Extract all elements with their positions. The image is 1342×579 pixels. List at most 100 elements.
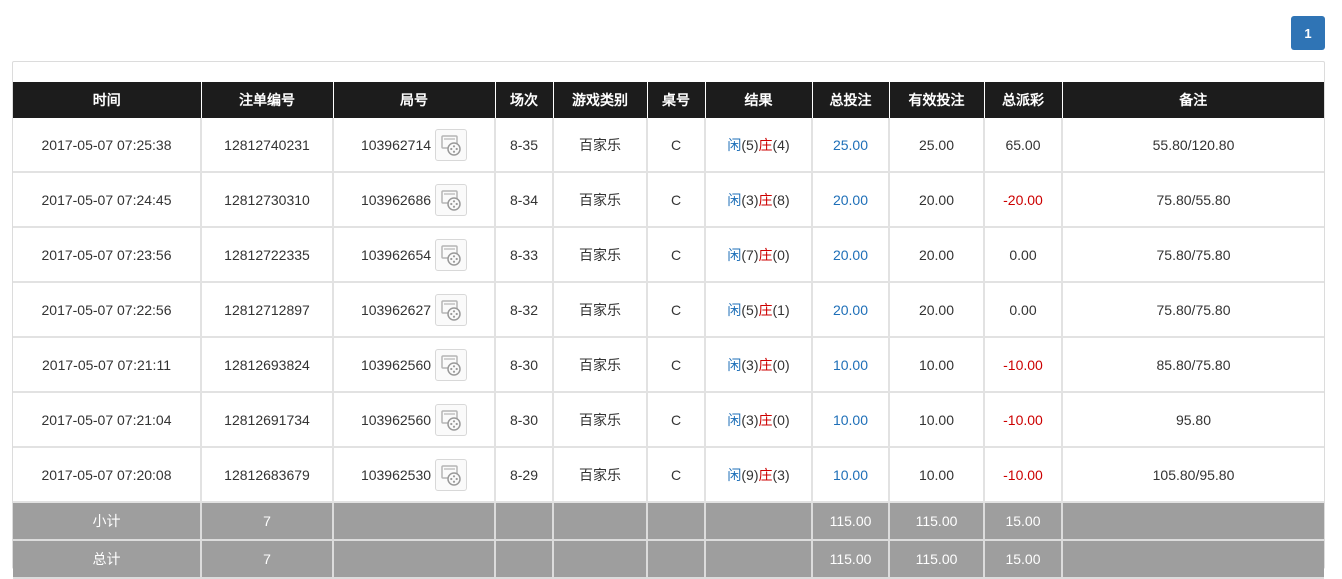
- grandtotal-payout: 15.00: [983, 540, 1062, 579]
- result-banker-score: (0): [772, 356, 790, 373]
- cell-total-bet: 10.00: [811, 447, 889, 503]
- cell-total-bet: 20.00: [811, 282, 889, 338]
- round-id-text: 103962530: [360, 466, 432, 483]
- table-row: 2017-05-07 07:21:04 12812691734 103962560 8…: [13, 392, 1324, 448]
- video-replay-button[interactable]: [435, 238, 468, 271]
- cell-bet-id: 12812722335: [200, 227, 333, 283]
- video-replay-button[interactable]: [435, 348, 468, 381]
- result-banker-label: 庄: [758, 411, 773, 428]
- cell-game-type: 百家乐: [552, 172, 647, 228]
- result-banker-score: (8): [772, 191, 790, 208]
- result-player-label: 闲: [727, 191, 742, 208]
- col-header-total-bet: 总投注: [811, 82, 889, 118]
- cell-table: C: [646, 392, 705, 448]
- result-banker-score: (3): [772, 466, 790, 483]
- subtotal-total-bet: 115.00: [811, 502, 889, 541]
- cell-time: 2017-05-07 07:20:08: [13, 447, 201, 503]
- cell-total-bet: 25.00: [811, 118, 889, 173]
- col-header-bet-id: 注单编号: [200, 82, 333, 118]
- cell-total-bet: 20.00: [811, 172, 889, 228]
- result-banker-label: 庄: [758, 301, 773, 318]
- cell-table: C: [646, 337, 705, 393]
- cell-result: 闲(5)庄(1): [704, 282, 812, 338]
- table-row: 2017-05-07 07:23:56 12812722335 103962654 8…: [13, 227, 1324, 283]
- video-replay-button[interactable]: [435, 293, 468, 326]
- cell-note: 75.80/75.80: [1061, 282, 1324, 338]
- result-player-label: 闲: [727, 466, 742, 483]
- cell-game-type: 百家乐: [552, 227, 647, 283]
- result-player-label: 闲: [727, 136, 742, 153]
- result-banker-score: (0): [772, 411, 790, 428]
- col-header-session: 场次: [494, 82, 553, 118]
- cell-time: 2017-05-07 07:23:56: [13, 227, 201, 283]
- table-row: 2017-05-07 07:22:56 12812712897 103962627 8…: [13, 282, 1324, 338]
- cell-round-id: 103962654: [332, 227, 495, 283]
- cell-total-bet: 10.00: [811, 392, 889, 448]
- table-row: 2017-05-07 07:24:45 12812730310 103962686 8…: [13, 172, 1324, 228]
- cell-round-id: 103962627: [332, 282, 495, 338]
- grandtotal-count: 7: [200, 540, 333, 579]
- video-replay-button[interactable]: [435, 458, 468, 491]
- cell-bet-id: 12812693824: [200, 337, 333, 393]
- video-replay-button[interactable]: [435, 183, 468, 216]
- cell-valid-bet: 20.00: [888, 172, 984, 228]
- cell-session: 8-32: [494, 282, 553, 338]
- round-id-text: 103962560: [360, 356, 432, 373]
- cell-result: 闲(9)庄(3): [704, 447, 812, 503]
- cell-valid-bet: 20.00: [888, 282, 984, 338]
- grandtotal-row: 总计 7 115.00 115.00 15.00: [13, 540, 1324, 579]
- result-banker-score: (1): [772, 301, 790, 318]
- cell-note: 75.80/75.80: [1061, 227, 1324, 283]
- result-banker-label: 庄: [758, 356, 773, 373]
- result-banker-label: 庄: [758, 136, 773, 153]
- table-header-row: 时间 注单编号 局号 场次 游戏类别 桌号 结果 总投注 有效投注 总派彩 备注: [13, 82, 1324, 118]
- cell-result: 闲(7)庄(0): [704, 227, 812, 283]
- result-player-score: (3): [741, 191, 759, 208]
- video-replay-button[interactable]: [435, 403, 468, 436]
- col-header-payout: 总派彩: [983, 82, 1062, 118]
- subtotal-label: 小计: [13, 502, 201, 541]
- grandtotal-label: 总计: [13, 540, 201, 579]
- cell-session: 8-30: [494, 392, 553, 448]
- col-header-valid-bet: 有效投注: [888, 82, 984, 118]
- table-row: 2017-05-07 07:20:08 12812683679 103962530 8…: [13, 447, 1324, 503]
- round-id-text: 103962560: [360, 411, 432, 428]
- cell-note: 95.80: [1061, 392, 1324, 448]
- cell-bet-id: 12812730310: [200, 172, 333, 228]
- result-player-score: (3): [741, 411, 759, 428]
- cell-result: 闲(5)庄(4): [704, 118, 812, 173]
- cell-total-bet: 10.00: [811, 337, 889, 393]
- col-header-table: 桌号: [646, 82, 705, 118]
- cell-valid-bet: 10.00: [888, 447, 984, 503]
- result-player-score: (5): [741, 136, 759, 153]
- cell-time: 2017-05-07 07:21:11: [13, 337, 201, 393]
- video-replay-button[interactable]: [435, 128, 468, 161]
- cell-session: 8-29: [494, 447, 553, 503]
- result-banker-score: (0): [772, 246, 790, 263]
- cell-time: 2017-05-07 07:22:56: [13, 282, 201, 338]
- cell-game-type: 百家乐: [552, 392, 647, 448]
- result-player-label: 闲: [727, 301, 742, 318]
- round-id-text: 103962714: [360, 136, 432, 153]
- cell-note: 85.80/75.80: [1061, 337, 1324, 393]
- cell-session: 8-34: [494, 172, 553, 228]
- bet-record-panel: 时间 注单编号 局号 场次 游戏类别 桌号 结果 总投注 有效投注 总派彩 备注…: [12, 61, 1325, 579]
- cell-bet-id: 12812683679: [200, 447, 333, 503]
- cell-session: 8-33: [494, 227, 553, 283]
- cell-note: 55.80/120.80: [1061, 118, 1324, 173]
- pagination-page-1[interactable]: 1: [1291, 16, 1325, 50]
- cell-table: C: [646, 118, 705, 173]
- result-banker-score: (4): [772, 136, 790, 153]
- round-id-text: 103962686: [360, 191, 432, 208]
- result-player-label: 闲: [727, 246, 742, 263]
- grandtotal-valid-bet: 115.00: [888, 540, 984, 579]
- cell-round-id: 103962560: [332, 337, 495, 393]
- cell-time: 2017-05-07 07:24:45: [13, 172, 201, 228]
- col-header-game-type: 游戏类别: [552, 82, 647, 118]
- cell-game-type: 百家乐: [552, 118, 647, 173]
- subtotal-payout: 15.00: [983, 502, 1062, 541]
- col-header-result: 结果: [704, 82, 812, 118]
- cell-round-id: 103962530: [332, 447, 495, 503]
- cell-table: C: [646, 447, 705, 503]
- cell-round-id: 103962714: [332, 118, 495, 173]
